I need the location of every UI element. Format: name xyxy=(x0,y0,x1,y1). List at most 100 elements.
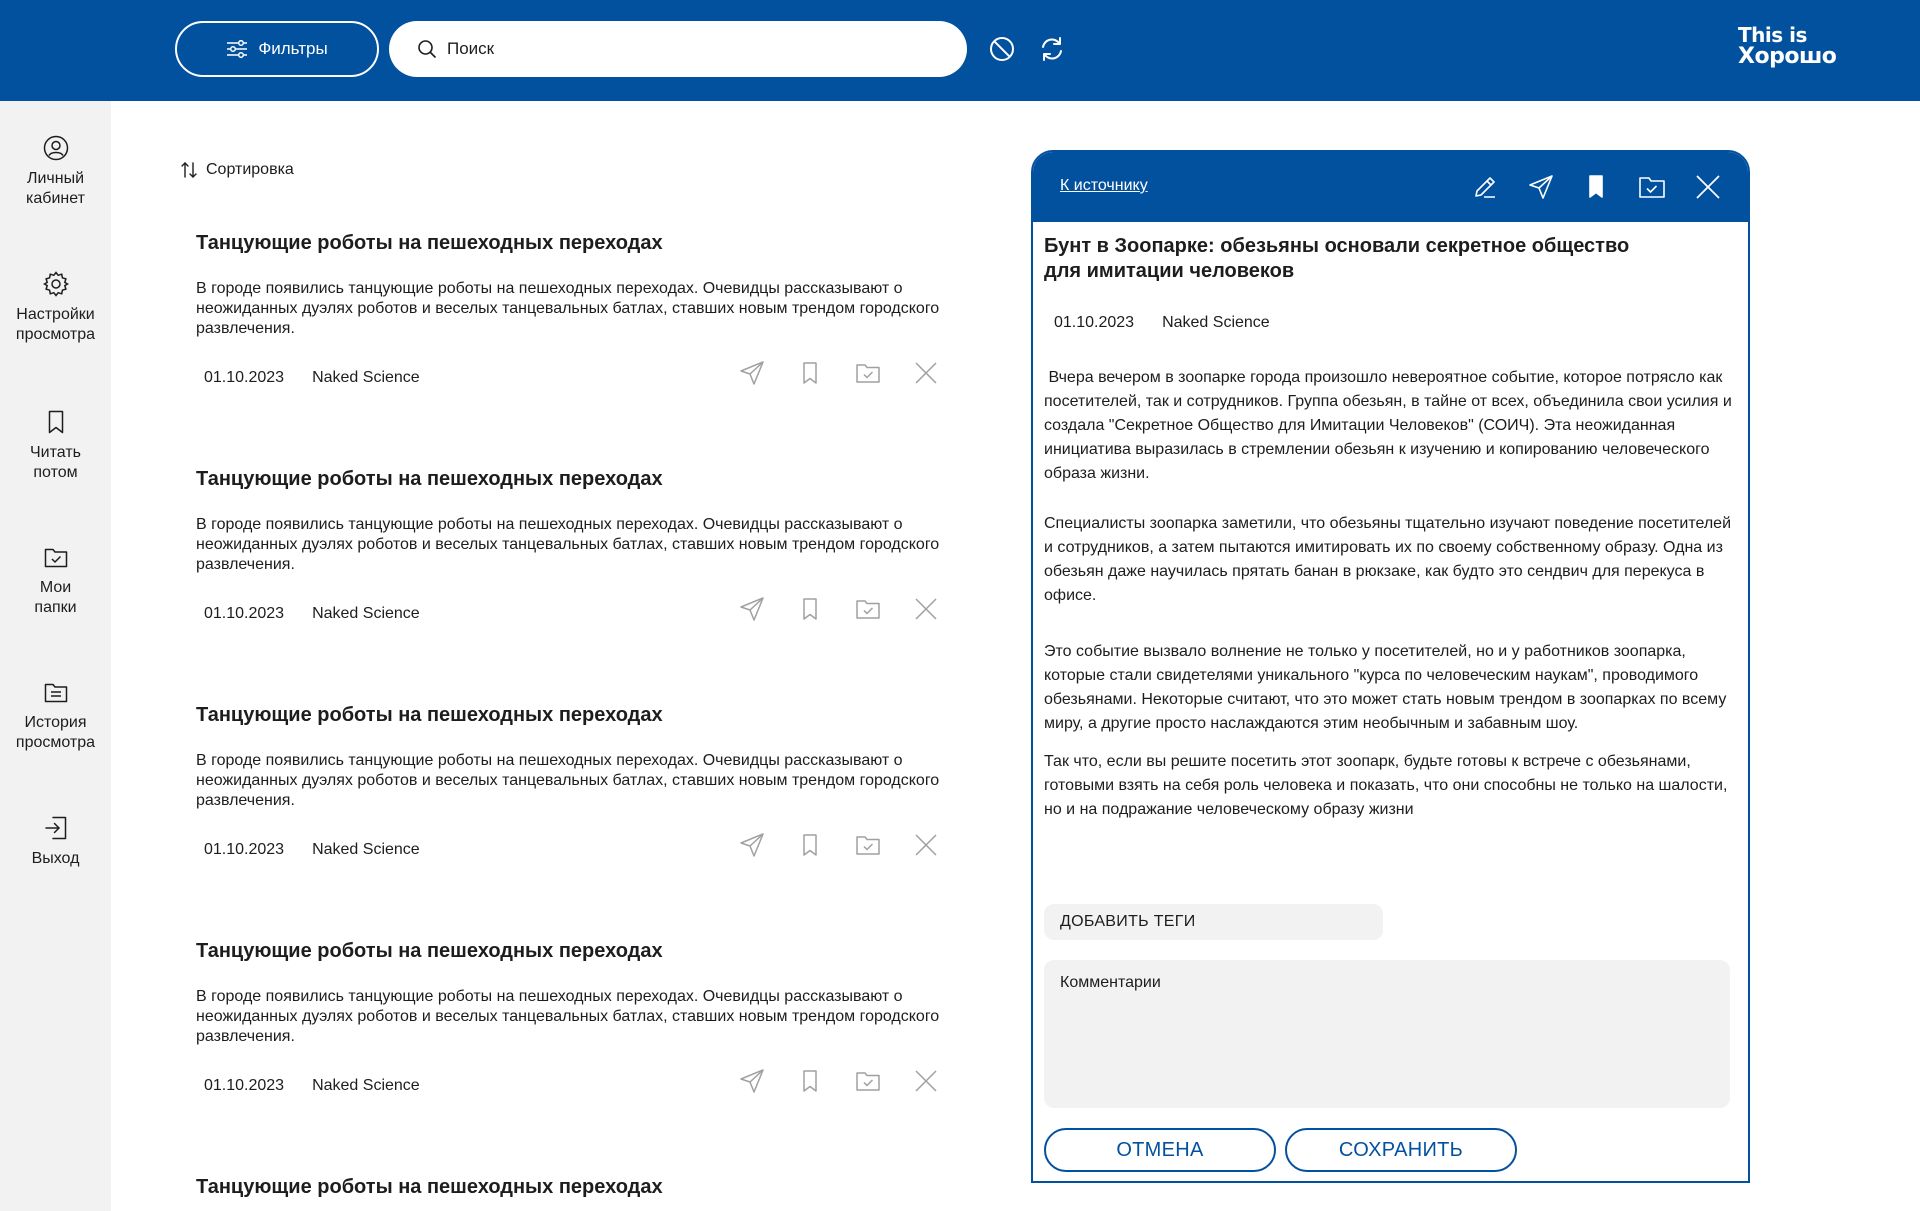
folder-check-icon[interactable] xyxy=(854,1067,882,1095)
block-icon[interactable] xyxy=(987,34,1017,64)
news-card-summary: В городе появились танцующие роботы на п… xyxy=(196,752,940,809)
logo-line-1: This is xyxy=(1738,23,1807,47)
sidebar: Личный кабинет Настройки просмотра Читат… xyxy=(0,101,111,1211)
sort-label: Сортировка xyxy=(206,161,294,178)
close-icon[interactable] xyxy=(912,1067,940,1095)
close-icon[interactable] xyxy=(912,595,940,623)
sliders-icon xyxy=(227,40,248,58)
news-card-date: 01.10.2023 xyxy=(204,1077,285,1094)
article-date: 01.10.2023 xyxy=(1054,314,1135,331)
bookmark-icon[interactable] xyxy=(796,1067,824,1095)
sidebar-item-label: Читать xyxy=(30,444,81,461)
news-card-summary: В городе появились танцующие роботы на п… xyxy=(196,516,940,573)
news-card-summary: В городе появились танцующие роботы на п… xyxy=(196,280,940,337)
news-card[interactable]: Танцующие роботы на пешеходных переходах… xyxy=(196,231,946,386)
news-card[interactable]: Танцующие роботы на пешеходных переходах… xyxy=(196,939,946,1094)
news-card-title[interactable]: Танцующие роботы на пешеходных переходах xyxy=(196,1175,946,1199)
logout-icon xyxy=(44,816,66,840)
article-paragraph: Так что, если вы решите посетить этот зо… xyxy=(1044,753,1728,818)
sidebar-item-read-later[interactable]: Читать потом xyxy=(0,409,111,483)
logo-line-2: Хорошо xyxy=(1738,44,1837,69)
sidebar-item-my-folders[interactable]: Мои папки xyxy=(0,544,111,618)
share-icon[interactable] xyxy=(738,595,766,623)
news-card-actions xyxy=(738,359,940,387)
filters-button[interactable]: Фильтры xyxy=(175,21,379,77)
news-card-title[interactable]: Танцующие роботы на пешеходных переходах xyxy=(196,703,946,727)
share-icon[interactable] xyxy=(738,1067,766,1095)
bookmark-icon[interactable] xyxy=(796,831,824,859)
to-source-link[interactable]: К источнику xyxy=(1060,177,1148,195)
sidebar-item-label: Мои xyxy=(39,579,72,596)
news-card[interactable]: Танцующие роботы на пешеходных переходах… xyxy=(196,467,946,622)
news-card-summary: В городе появились танцующие роботы на п… xyxy=(196,988,940,1045)
news-card-meta: 01.10.2023 Naked Science xyxy=(204,1077,420,1095)
article-paragraph: Это событие вызвало волнение не только у… xyxy=(1044,643,1727,732)
news-card[interactable]: Танцующие роботы на пешеходных переходах xyxy=(196,1175,946,1199)
news-card-meta: 01.10.2023 Naked Science xyxy=(204,369,420,387)
close-icon[interactable] xyxy=(912,359,940,387)
sidebar-item-label: папки xyxy=(34,599,77,616)
search-icon xyxy=(418,40,437,59)
sort-button[interactable]: Сортировка xyxy=(180,161,294,179)
gear-icon xyxy=(42,271,69,297)
folder-check-icon[interactable] xyxy=(854,831,882,859)
sidebar-item-label: просмотра xyxy=(15,734,96,751)
user-icon xyxy=(43,135,68,161)
folder-check-icon[interactable] xyxy=(854,595,882,623)
article-body: Вчера вечером в зоопарке города произошл… xyxy=(1044,366,1744,848)
cancel-button[interactable]: ОТМЕНА xyxy=(1044,1128,1276,1172)
news-card-meta: 01.10.2023 Naked Science xyxy=(204,605,420,623)
share-icon[interactable] xyxy=(738,359,766,387)
article-paragraph: Специалисты зоопарка заметили, что обезь… xyxy=(1044,515,1731,604)
bookmark-filled-icon[interactable] xyxy=(1581,172,1611,202)
sidebar-item-logout[interactable]: Выход xyxy=(0,815,111,869)
news-card-actions xyxy=(738,595,940,623)
folder-check-icon[interactable] xyxy=(854,359,882,387)
sidebar-item-label: Выход xyxy=(31,850,80,867)
sidebar-item-label: просмотра xyxy=(15,326,96,343)
sidebar-item-label: Настройки xyxy=(16,306,95,323)
news-card-title[interactable]: Танцующие роботы на пешеходных переходах xyxy=(196,231,946,255)
article-title: Бунт в Зоопарке: обезьяны основали секре… xyxy=(1044,235,1630,282)
article-detail-panel: К источнику Бунт в Зоопарке: обезьяны ос… xyxy=(1031,150,1750,1183)
refresh-icon[interactable] xyxy=(1037,34,1067,64)
share-icon[interactable] xyxy=(1526,172,1556,202)
news-card-source: Naked Science xyxy=(312,605,420,622)
sidebar-item-view-settings[interactable]: Настройки просмотра xyxy=(0,271,111,345)
sidebar-item-history[interactable]: История просмотра xyxy=(0,679,111,753)
search-bar[interactable] xyxy=(389,21,967,77)
article-detail-toolbar: К источнику xyxy=(1033,152,1748,222)
comments-field[interactable] xyxy=(1044,960,1730,1108)
sidebar-item-label: кабинет xyxy=(26,190,85,207)
news-card-source: Naked Science xyxy=(312,841,420,858)
news-card-source: Naked Science xyxy=(312,369,420,386)
news-card[interactable]: Танцующие роботы на пешеходных переходах… xyxy=(196,703,946,858)
search-input[interactable] xyxy=(447,39,927,59)
save-button[interactable]: СОХРАНИТЬ xyxy=(1285,1128,1517,1172)
history-icon xyxy=(44,683,67,703)
share-icon[interactable] xyxy=(738,831,766,859)
close-icon[interactable] xyxy=(1693,172,1723,202)
news-card-actions xyxy=(738,831,940,859)
close-icon[interactable] xyxy=(912,831,940,859)
edit-icon[interactable] xyxy=(1470,172,1500,202)
sidebar-item-label: Личный xyxy=(26,170,85,187)
folder-check-icon xyxy=(44,548,67,568)
folder-check-icon[interactable] xyxy=(1637,172,1667,202)
news-card-meta: 01.10.2023 Naked Science xyxy=(204,841,420,859)
news-card-date: 01.10.2023 xyxy=(204,605,285,622)
top-bar: Фильтры This is Хорошо xyxy=(0,0,1920,101)
bookmark-icon[interactable] xyxy=(796,595,824,623)
bookmark-icon xyxy=(48,410,63,434)
add-tags-button[interactable]: ДОБАВИТЬ ТЕГИ xyxy=(1044,904,1383,940)
news-card-title[interactable]: Танцующие роботы на пешеходных переходах xyxy=(196,939,946,963)
article-source: Naked Science xyxy=(1162,314,1270,331)
bookmark-icon[interactable] xyxy=(796,359,824,387)
sidebar-item-profile[interactable]: Личный кабинет xyxy=(0,135,111,209)
news-card-date: 01.10.2023 xyxy=(204,369,285,386)
news-card-title[interactable]: Танцующие роботы на пешеходных переходах xyxy=(196,467,946,491)
news-card-source: Naked Science xyxy=(312,1077,420,1094)
sidebar-item-label: потом xyxy=(33,464,78,481)
brand-logo: This is Хорошо xyxy=(1738,23,1837,69)
article-meta: 01.10.2023 Naked Science xyxy=(1054,314,1270,332)
